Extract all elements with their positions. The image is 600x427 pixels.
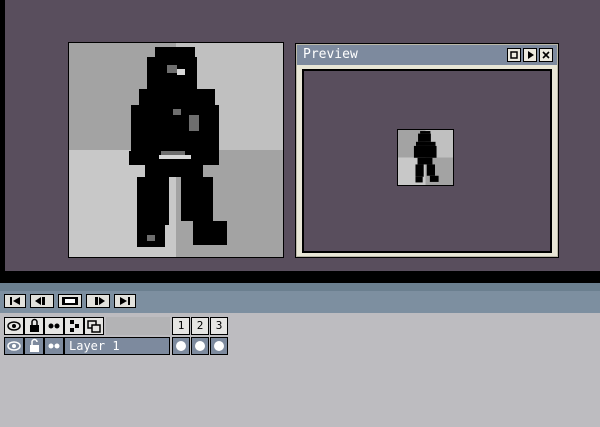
onion-skin-icon[interactable]: [44, 317, 64, 335]
preview-window[interactable]: Preview: [295, 43, 559, 258]
layer-visibility-toggle[interactable]: [4, 337, 24, 355]
preview-titlebar[interactable]: Preview: [297, 45, 557, 65]
cel-frame-1[interactable]: [172, 337, 190, 355]
cel-dot: [176, 341, 186, 351]
panel-divider[interactable]: [0, 283, 600, 291]
layer-lock-toggle[interactable]: [24, 337, 44, 355]
previous-frame-icon[interactable]: [30, 294, 54, 308]
options-icon[interactable]: [507, 48, 521, 62]
canvas-area[interactable]: Preview: [5, 0, 600, 271]
frame-header-3[interactable]: 3: [210, 317, 228, 335]
first-frame-icon[interactable]: [4, 294, 26, 308]
animation-transport-bar: [0, 291, 600, 313]
frame-header-1[interactable]: 1: [172, 317, 190, 335]
play-animation-icon[interactable]: [58, 294, 82, 308]
cel-frame-2[interactable]: [191, 337, 209, 355]
link-icon[interactable]: [64, 317, 84, 335]
cel-frame-3[interactable]: [210, 337, 228, 355]
eye-icon: [7, 341, 21, 351]
preview-body: [304, 71, 550, 251]
workspace: Preview: [0, 0, 600, 283]
lock-icon[interactable]: [24, 317, 44, 335]
onion-skin-icon: [48, 343, 60, 349]
eye-icon[interactable]: [4, 317, 24, 335]
preview-title: Preview: [303, 47, 358, 62]
last-frame-icon[interactable]: [114, 294, 136, 308]
layer-onion-toggle[interactable]: [44, 337, 64, 355]
layer-header-spacer: [106, 317, 170, 335]
cel-dot: [214, 341, 224, 351]
next-frame-icon[interactable]: [86, 294, 110, 308]
layer-name[interactable]: Layer 1: [64, 337, 170, 355]
sprite-canvas[interactable]: [68, 42, 284, 258]
close-icon[interactable]: [539, 48, 553, 62]
play-icon[interactable]: [523, 48, 537, 62]
layer-group-icon[interactable]: [84, 317, 104, 335]
sprite-image: [69, 43, 283, 257]
preview-thumbnail: [397, 129, 454, 186]
unlock-icon: [30, 338, 39, 352]
frame-header-2[interactable]: 2: [191, 317, 209, 335]
layers-panel: 1 2 3 Layer 1: [0, 313, 600, 427]
cel-dot: [195, 341, 205, 351]
